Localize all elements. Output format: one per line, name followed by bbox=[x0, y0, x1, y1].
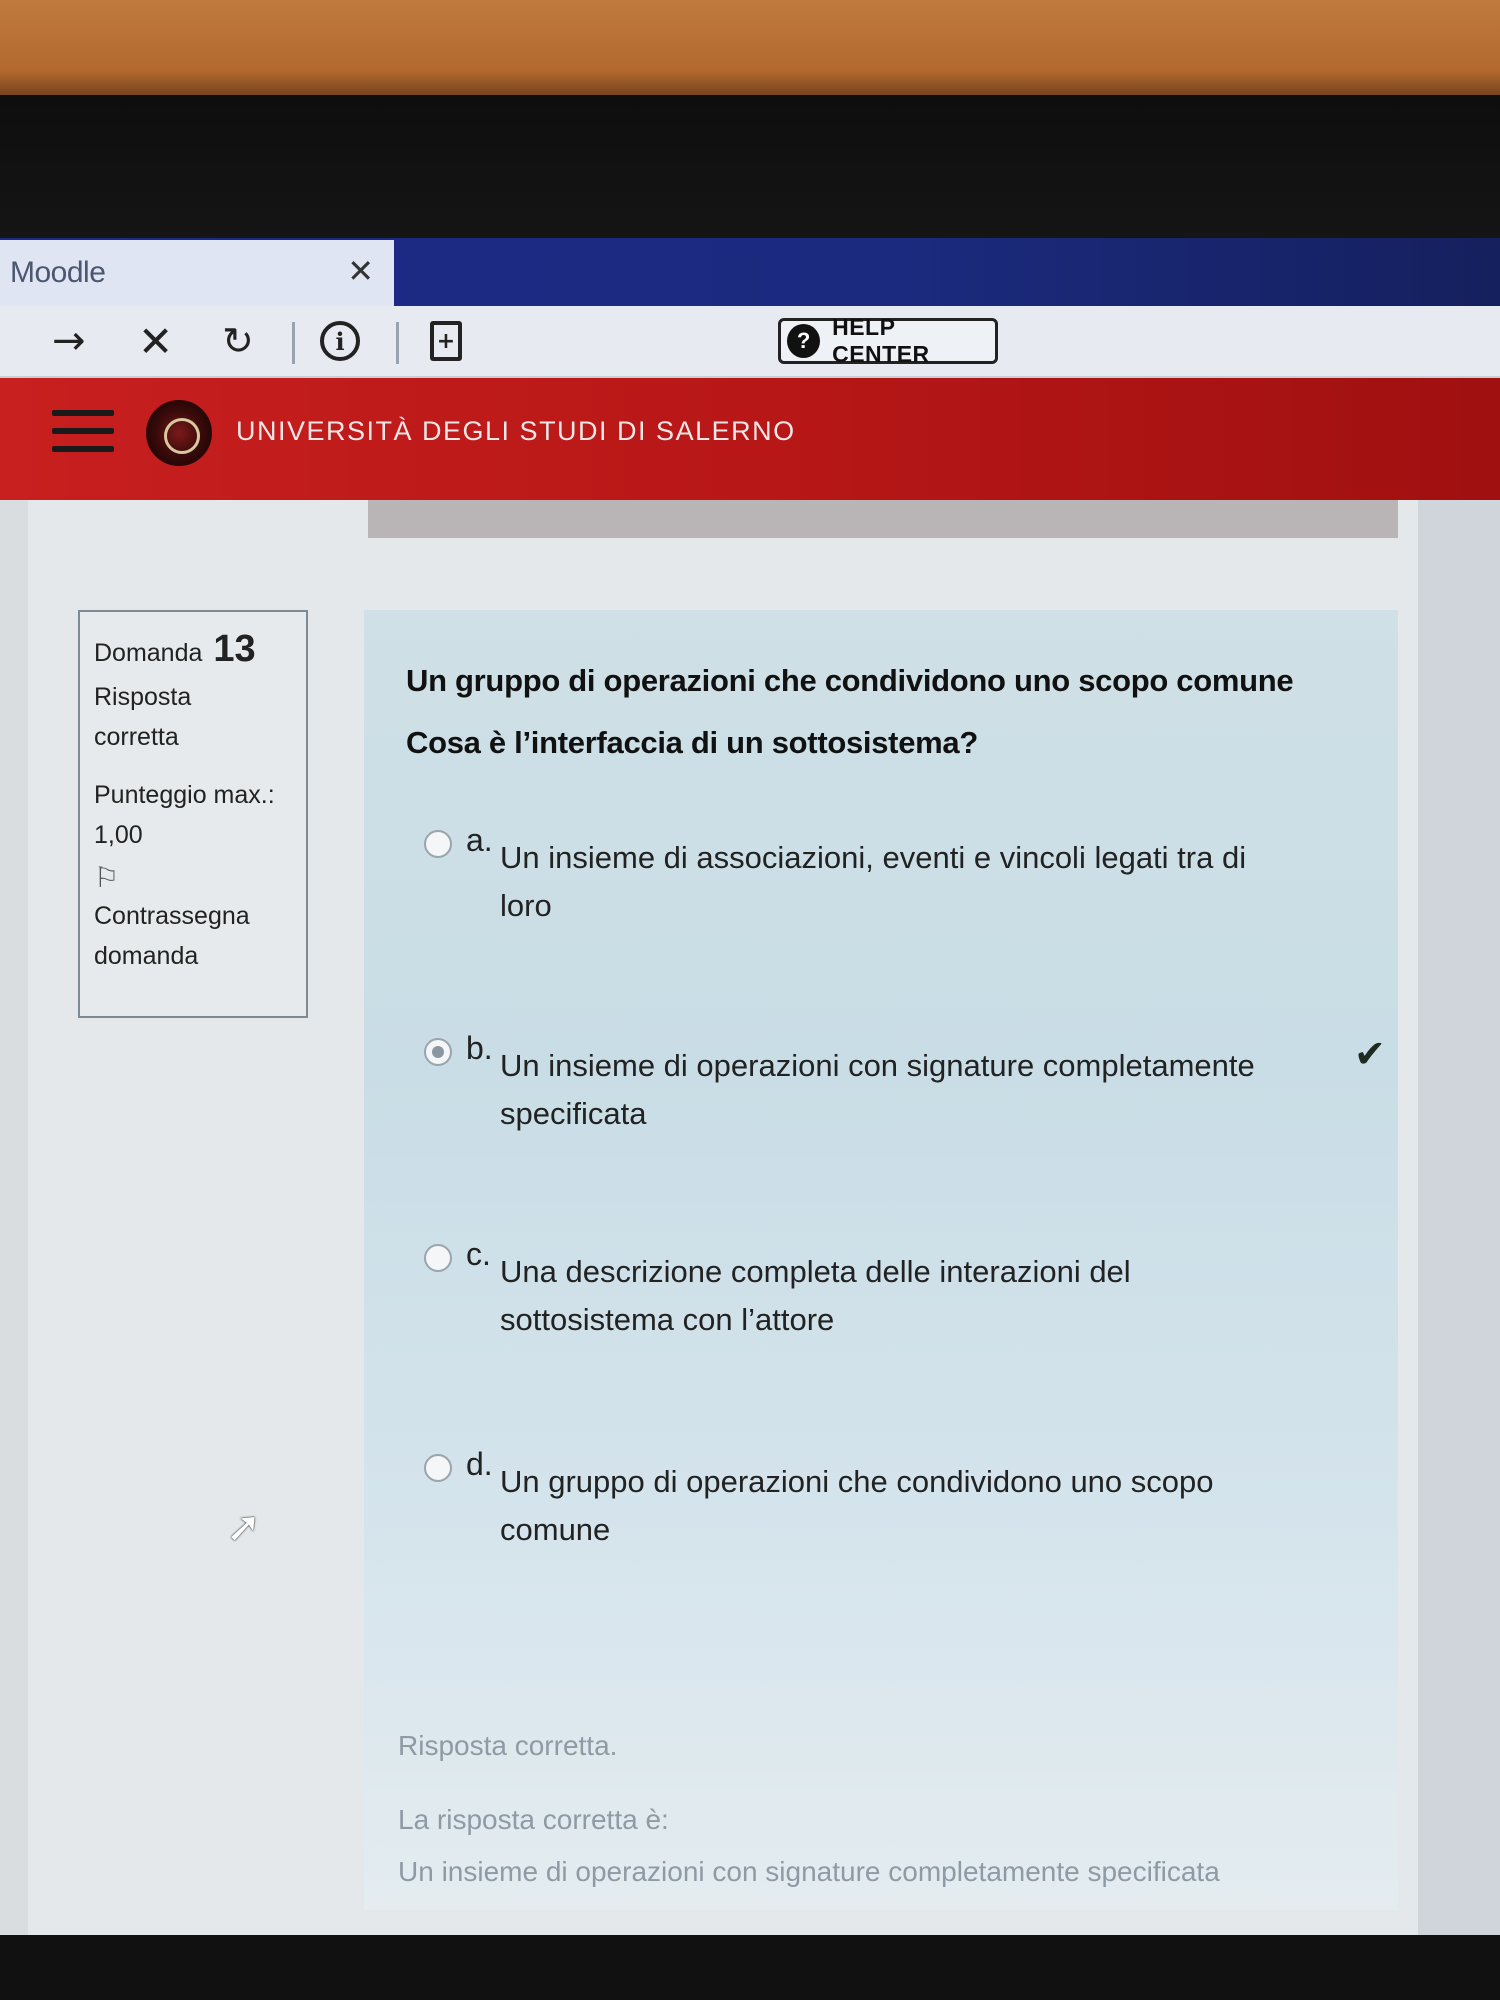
screen: Moodle ✕ → ✕ ↻ i + ? HELP CENTER UNIVERS… bbox=[0, 238, 1500, 1938]
question-panel: Un gruppo di operazioni che condividono … bbox=[364, 610, 1398, 1910]
question-number-value: 13 bbox=[213, 628, 256, 670]
toolbar-separator bbox=[396, 322, 399, 364]
option-d-radio[interactable] bbox=[424, 1454, 452, 1482]
option-a-text[interactable]: Un insieme di associazioni, eventi e vin… bbox=[500, 834, 1300, 930]
university-name[interactable]: UNIVERSITÀ DEGLI STUDI DI SALERNO bbox=[236, 416, 796, 447]
question-line-2: Cosa è l’interfaccia di un sottosistema? bbox=[406, 725, 978, 760]
option-b-radio[interactable] bbox=[424, 1038, 452, 1066]
question-line-1: Un gruppo di operazioni che condividono … bbox=[406, 663, 1294, 698]
tab-strip: Moodle ✕ bbox=[0, 238, 1500, 306]
monitor-bezel-top bbox=[0, 95, 1500, 240]
option-c-radio[interactable] bbox=[424, 1244, 452, 1272]
background-wall bbox=[0, 0, 1500, 100]
navigation-toolbar: → ✕ ↻ i + ? HELP CENTER bbox=[0, 306, 1500, 378]
stop-icon[interactable]: ✕ bbox=[138, 316, 173, 366]
top-band bbox=[368, 500, 1398, 538]
monitor-bezel-bottom bbox=[0, 1935, 1500, 2000]
flag-question-line-1[interactable]: Contrassegna bbox=[94, 896, 292, 936]
mouse-cursor-icon: ➚ bbox=[226, 1502, 262, 1551]
correct-check-icon: ✔ bbox=[1354, 1032, 1386, 1076]
help-center-button[interactable]: ? HELP CENTER bbox=[778, 314, 998, 367]
reload-icon[interactable]: ↻ bbox=[222, 316, 254, 366]
university-header: UNIVERSITÀ DEGLI STUDI DI SALERNO bbox=[0, 378, 1500, 500]
info-icon: i bbox=[320, 321, 360, 361]
option-a-letter: a. bbox=[466, 822, 493, 858]
tab-moodle[interactable]: Moodle ✕ bbox=[0, 240, 394, 306]
help-icon: ? bbox=[787, 324, 821, 358]
flag-question-line-2[interactable]: domanda bbox=[94, 936, 292, 976]
toolbar-separator bbox=[292, 322, 295, 364]
option-d-text[interactable]: Un gruppo di operazioni che condividono … bbox=[500, 1458, 1300, 1554]
correct-answer-text: Un insieme di operazioni con signature c… bbox=[398, 1856, 1220, 1887]
option-c-text[interactable]: Una descrizione completa delle interazio… bbox=[500, 1248, 1300, 1344]
question-text: Un gruppo di operazioni che condividono … bbox=[406, 650, 1366, 774]
close-tab-icon[interactable]: ✕ bbox=[347, 252, 374, 290]
hamburger-menu-icon[interactable] bbox=[52, 410, 114, 460]
question-number: Domanda 13 bbox=[94, 628, 292, 671]
university-logo[interactable] bbox=[146, 400, 212, 466]
option-b-text[interactable]: Un insieme di operazioni con signature c… bbox=[500, 1042, 1300, 1138]
flag-icon[interactable]: ⚐ bbox=[94, 861, 292, 894]
page-action-button[interactable]: + bbox=[430, 316, 462, 366]
score-line-2: 1,00 bbox=[94, 821, 143, 849]
question-info-box: Domanda 13 Risposta corretta Punteggio m… bbox=[78, 610, 308, 1018]
question-label: Domanda bbox=[94, 639, 203, 667]
option-c-letter: c. bbox=[466, 1236, 491, 1272]
tab-title: Moodle bbox=[10, 256, 106, 289]
help-center-label: HELP CENTER bbox=[832, 314, 930, 367]
forward-icon[interactable]: → bbox=[52, 316, 86, 366]
site-info-button[interactable]: i bbox=[320, 316, 360, 366]
option-a-radio[interactable] bbox=[424, 830, 452, 858]
option-d-letter: d. bbox=[466, 1446, 493, 1482]
status-line-2: corretta bbox=[94, 723, 179, 751]
option-b-letter: b. bbox=[466, 1030, 493, 1066]
status-line-1: Risposta bbox=[94, 683, 192, 711]
page-margin-right bbox=[1410, 500, 1500, 1938]
score-line-1: Punteggio max.: bbox=[94, 781, 275, 809]
quiz-page: Domanda 13 Risposta corretta Punteggio m… bbox=[28, 500, 1418, 1938]
correct-answer-label: La risposta corretta è: bbox=[398, 1804, 669, 1835]
page-icon: + bbox=[430, 321, 462, 361]
feedback-result: Risposta corretta. bbox=[398, 1730, 618, 1761]
feedback-area: Risposta corretta. La risposta corretta … bbox=[398, 1720, 1298, 1898]
